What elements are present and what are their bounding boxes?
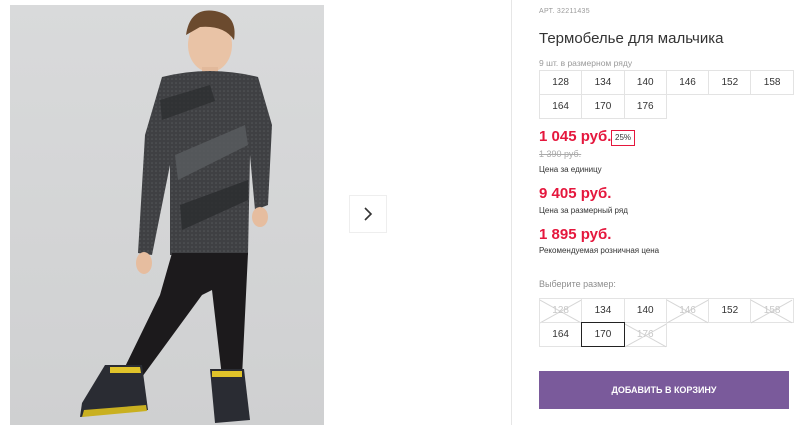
size-row-grid: 128 134 140 146 152 158 164 170 176 bbox=[539, 70, 794, 119]
size-option-label: 170 bbox=[594, 329, 612, 340]
next-image-button[interactable] bbox=[349, 195, 387, 233]
choose-size-label: Выберите размер: bbox=[539, 279, 616, 289]
size-row-cell: 158 bbox=[750, 70, 794, 95]
size-option-label: 140 bbox=[636, 305, 654, 316]
size-option-146: 146 bbox=[665, 298, 710, 323]
unit-price-note: Цена за единицу bbox=[539, 165, 602, 174]
row-price-note: Цена за размерный ряд bbox=[539, 206, 628, 215]
size-option-128: 128 bbox=[539, 298, 583, 323]
sku-label: АРТ. 32211435 bbox=[539, 8, 590, 15]
add-to-cart-button[interactable]: Добавить в корзину bbox=[539, 371, 789, 409]
size-selector: 128 134 140 146 152 158 164 170 176 bbox=[539, 298, 794, 347]
size-option-label: 176 bbox=[636, 329, 654, 340]
size-option-140[interactable]: 140 bbox=[623, 298, 667, 323]
retail-price-note: Рекомендуемая розничная цена bbox=[539, 246, 660, 255]
size-option-label: 146 bbox=[679, 305, 696, 316]
size-option-label: 164 bbox=[552, 329, 569, 340]
size-row-cell: 128 bbox=[539, 70, 583, 95]
size-option-label: 152 bbox=[721, 305, 739, 316]
size-option-176: 176 bbox=[623, 322, 667, 347]
retail-price: 1 895 руб. bbox=[539, 226, 612, 243]
chevron-right-icon bbox=[364, 207, 373, 221]
size-row-cell: 152 bbox=[708, 70, 752, 95]
product-page: АРТ. 32211435 Термобелье для мальчика 9 … bbox=[0, 0, 800, 425]
discount-badge: 25% bbox=[611, 130, 636, 146]
old-price: 1 390 руб. bbox=[539, 149, 582, 159]
size-option-label: 158 bbox=[763, 305, 781, 316]
size-row-cell: 146 bbox=[665, 70, 710, 95]
size-option-152[interactable]: 152 bbox=[708, 298, 752, 323]
size-option-164[interactable]: 164 bbox=[539, 322, 583, 347]
size-row-cell: 134 bbox=[581, 70, 625, 95]
unit-price: 1 045 руб. bbox=[539, 128, 612, 145]
product-photo bbox=[10, 5, 324, 425]
size-option-label: 128 bbox=[552, 305, 569, 316]
product-title: Термобелье для мальчика bbox=[539, 30, 724, 47]
row-price: 9 405 руб. bbox=[539, 185, 612, 202]
size-row-cell: 170 bbox=[581, 94, 625, 119]
product-gallery bbox=[0, 0, 512, 425]
size-row-cell: 140 bbox=[623, 70, 667, 95]
size-option-label: 134 bbox=[594, 305, 612, 316]
size-option-134[interactable]: 134 bbox=[581, 298, 625, 323]
size-option-158: 158 bbox=[750, 298, 794, 323]
size-row-caption: 9 шт. в размерном ряду bbox=[539, 58, 633, 68]
size-row-cell: 164 bbox=[539, 94, 583, 119]
size-row-cell: 176 bbox=[623, 94, 667, 119]
size-option-170[interactable]: 170 bbox=[581, 322, 625, 347]
